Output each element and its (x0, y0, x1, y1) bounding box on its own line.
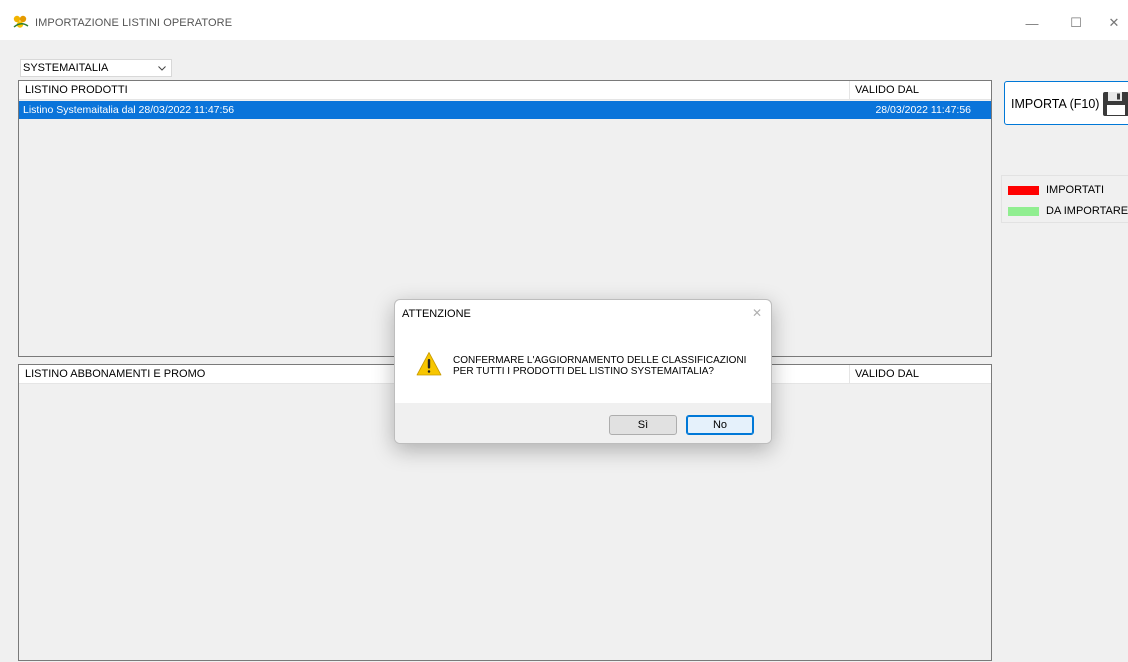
dialog-footer: Sì No (395, 403, 771, 443)
app-logo-icon (13, 15, 29, 28)
confirm-dialog: ATTENZIONE ✕ CONFERMARE L'AGGIORNAMENTO … (394, 299, 772, 444)
floppy-disk-icon (1103, 92, 1128, 116)
minimize-button[interactable]: — (1010, 8, 1054, 38)
yes-button[interactable]: Sì (609, 415, 677, 435)
dialog-message-line-1: CONFERMARE L'AGGIORNAMENTO DELLE CLASSIF… (453, 355, 747, 366)
column-header-valido-dal[interactable]: VALIDO DAL (855, 84, 919, 96)
close-window-button[interactable]: ✕ (1092, 8, 1128, 38)
column-separator[interactable] (849, 365, 850, 383)
dialog-message-line-2: PER TUTTI I PRODOTTI DEL LISTINO SYSTEMA… (453, 366, 714, 377)
row-valid-from: 28/03/2022 11:47:56 (875, 104, 971, 116)
operator-select-value: SYSTEMAITALIA (23, 62, 109, 74)
legend-label-importati: IMPORTATI (1046, 184, 1105, 196)
legend-swatch-da-importare (1008, 207, 1039, 216)
dialog-close-icon[interactable]: ✕ (752, 306, 762, 320)
column-header-valido-dal[interactable]: VALIDO DAL (855, 368, 919, 380)
operator-select[interactable]: SYSTEMAITALIA (20, 59, 172, 77)
main-window: IMPORTAZIONE LISTINI OPERATORE — ☐ ✕ SYS… (0, 0, 1128, 662)
column-header-listino-abbonamenti[interactable]: LISTINO ABBONAMENTI E PROMO (25, 368, 205, 380)
import-button[interactable]: IMPORTA (F10) (1004, 81, 1128, 125)
window-title: IMPORTAZIONE LISTINI OPERATORE (35, 17, 233, 29)
import-button-label: IMPORTA (F10) (1011, 97, 1100, 111)
no-button[interactable]: No (686, 415, 754, 435)
legend-swatch-importati (1008, 186, 1039, 195)
chevron-down-icon[interactable] (156, 61, 168, 75)
column-separator[interactable] (849, 81, 850, 99)
dialog-title: ATTENZIONE (402, 308, 471, 320)
column-header-listino-prodotti[interactable]: LISTINO PRODOTTI (25, 84, 128, 96)
warning-icon (416, 352, 442, 376)
title-bar: IMPORTAZIONE LISTINI OPERATORE — ☐ ✕ (0, 0, 1128, 40)
list-header: LISTINO PRODOTTI VALIDO DAL (19, 81, 991, 100)
status-legend: IMPORTATI DA IMPORTARE (1001, 175, 1128, 223)
table-row[interactable]: Listino Systemaitalia dal 28/03/2022 11:… (19, 101, 991, 119)
legend-label-da-importare: DA IMPORTARE (1046, 205, 1128, 217)
dialog-message: CONFERMARE L'AGGIORNAMENTO DELLE CLASSIF… (453, 355, 746, 377)
row-listino-name: Listino Systemaitalia dal 28/03/2022 11:… (23, 104, 235, 116)
